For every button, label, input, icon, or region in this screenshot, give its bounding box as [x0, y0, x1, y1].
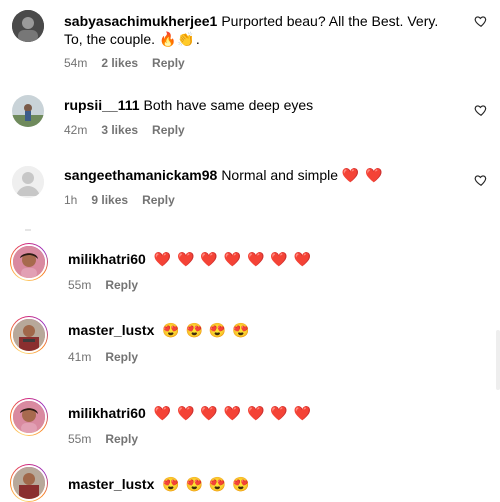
reply-button[interactable]: Reply	[105, 278, 138, 292]
reply-button[interactable]: Reply	[105, 432, 138, 446]
scrollbar[interactable]	[496, 330, 500, 390]
comment-username[interactable]: master_lustx	[68, 322, 154, 338]
comment-time: 54m	[64, 56, 88, 70]
comment-meta: 1h 9 likes Reply	[64, 193, 175, 207]
reply-button[interactable]: Reply	[105, 350, 138, 364]
comment-meta: 42m 3 likes Reply	[64, 123, 185, 137]
comment-emoji: 🔥👏.	[158, 31, 201, 47]
story-avatar[interactable]	[10, 316, 48, 354]
story-avatar[interactable]	[10, 464, 48, 502]
heart-outline-icon[interactable]	[474, 14, 488, 28]
avatar-photo	[12, 95, 44, 127]
comment-text: milikhatri60 ❤️ ❤️ ❤️ ❤️ ❤️ ❤️ ❤️	[68, 250, 312, 268]
comment-time: 1h	[64, 193, 78, 207]
avatar-photo	[13, 401, 45, 433]
likes-count[interactable]: 2 likes	[101, 56, 138, 70]
comment-meta: 54m 2 likes Reply	[64, 56, 185, 70]
comment-meta: 55m Reply	[68, 278, 138, 292]
heart-outline-icon[interactable]	[474, 103, 488, 117]
comment-username[interactable]: master_lustx	[68, 476, 154, 492]
story-avatar[interactable]	[10, 243, 48, 281]
comment-emoji: ❤️ ❤️	[341, 167, 384, 183]
heart-outline-icon[interactable]	[474, 173, 488, 187]
comment-text: milikhatri60 ❤️ ❤️ ❤️ ❤️ ❤️ ❤️ ❤️	[68, 404, 312, 422]
comment-body: Normal and simple	[221, 167, 339, 183]
default-avatar-icon	[12, 166, 44, 198]
comment-meta: 55m Reply	[68, 432, 138, 446]
avatar-photo	[13, 319, 45, 351]
reply-button[interactable]: Reply	[152, 56, 185, 70]
comment-text: sangeethamanickam98 Normal and simple ❤️ …	[64, 166, 384, 184]
comment-username[interactable]: milikhatri60	[68, 251, 146, 267]
comment-time: 41m	[68, 350, 92, 364]
divider	[25, 229, 31, 231]
story-avatar[interactable]	[10, 398, 48, 436]
comment-text: master_lustx 😍 😍 😍 😍	[68, 321, 251, 339]
comment-emoji: ❤️ ❤️ ❤️ ❤️ ❤️ ❤️ ❤️	[153, 405, 313, 421]
avatar[interactable]	[12, 10, 44, 42]
comment-emoji: 😍 😍 😍 😍	[162, 476, 251, 492]
comment-username[interactable]: sabyasachimukherjee1	[64, 13, 217, 29]
avatar[interactable]	[12, 166, 44, 198]
comment-username[interactable]: rupsii__111	[64, 97, 140, 113]
comment-time: 55m	[68, 432, 92, 446]
avatar-photo	[12, 10, 44, 42]
avatar[interactable]	[12, 95, 44, 127]
comment-text: sabyasachimukherjee1 Purported beau? All …	[64, 12, 444, 48]
likes-count[interactable]: 9 likes	[91, 193, 128, 207]
comment-text: rupsii__111 Both have same deep eyes	[64, 96, 313, 114]
comment-username[interactable]: sangeethamanickam98	[64, 167, 217, 183]
comment-body: Both have same deep eyes	[143, 97, 314, 113]
reply-button[interactable]: Reply	[142, 193, 175, 207]
comment-text: master_lustx 😍 😍 😍 😍	[68, 475, 251, 493]
comment-username[interactable]: milikhatri60	[68, 405, 146, 421]
comment-meta: 41m Reply	[68, 350, 138, 364]
reply-button[interactable]: Reply	[152, 123, 185, 137]
avatar-photo	[13, 246, 45, 278]
likes-count[interactable]: 3 likes	[101, 123, 138, 137]
comment-emoji: 😍 😍 😍 😍	[162, 322, 251, 338]
avatar-photo	[13, 467, 45, 499]
comment-time: 42m	[64, 123, 88, 137]
comment-emoji: ❤️ ❤️ ❤️ ❤️ ❤️ ❤️ ❤️	[153, 251, 313, 267]
comment-time: 55m	[68, 278, 92, 292]
